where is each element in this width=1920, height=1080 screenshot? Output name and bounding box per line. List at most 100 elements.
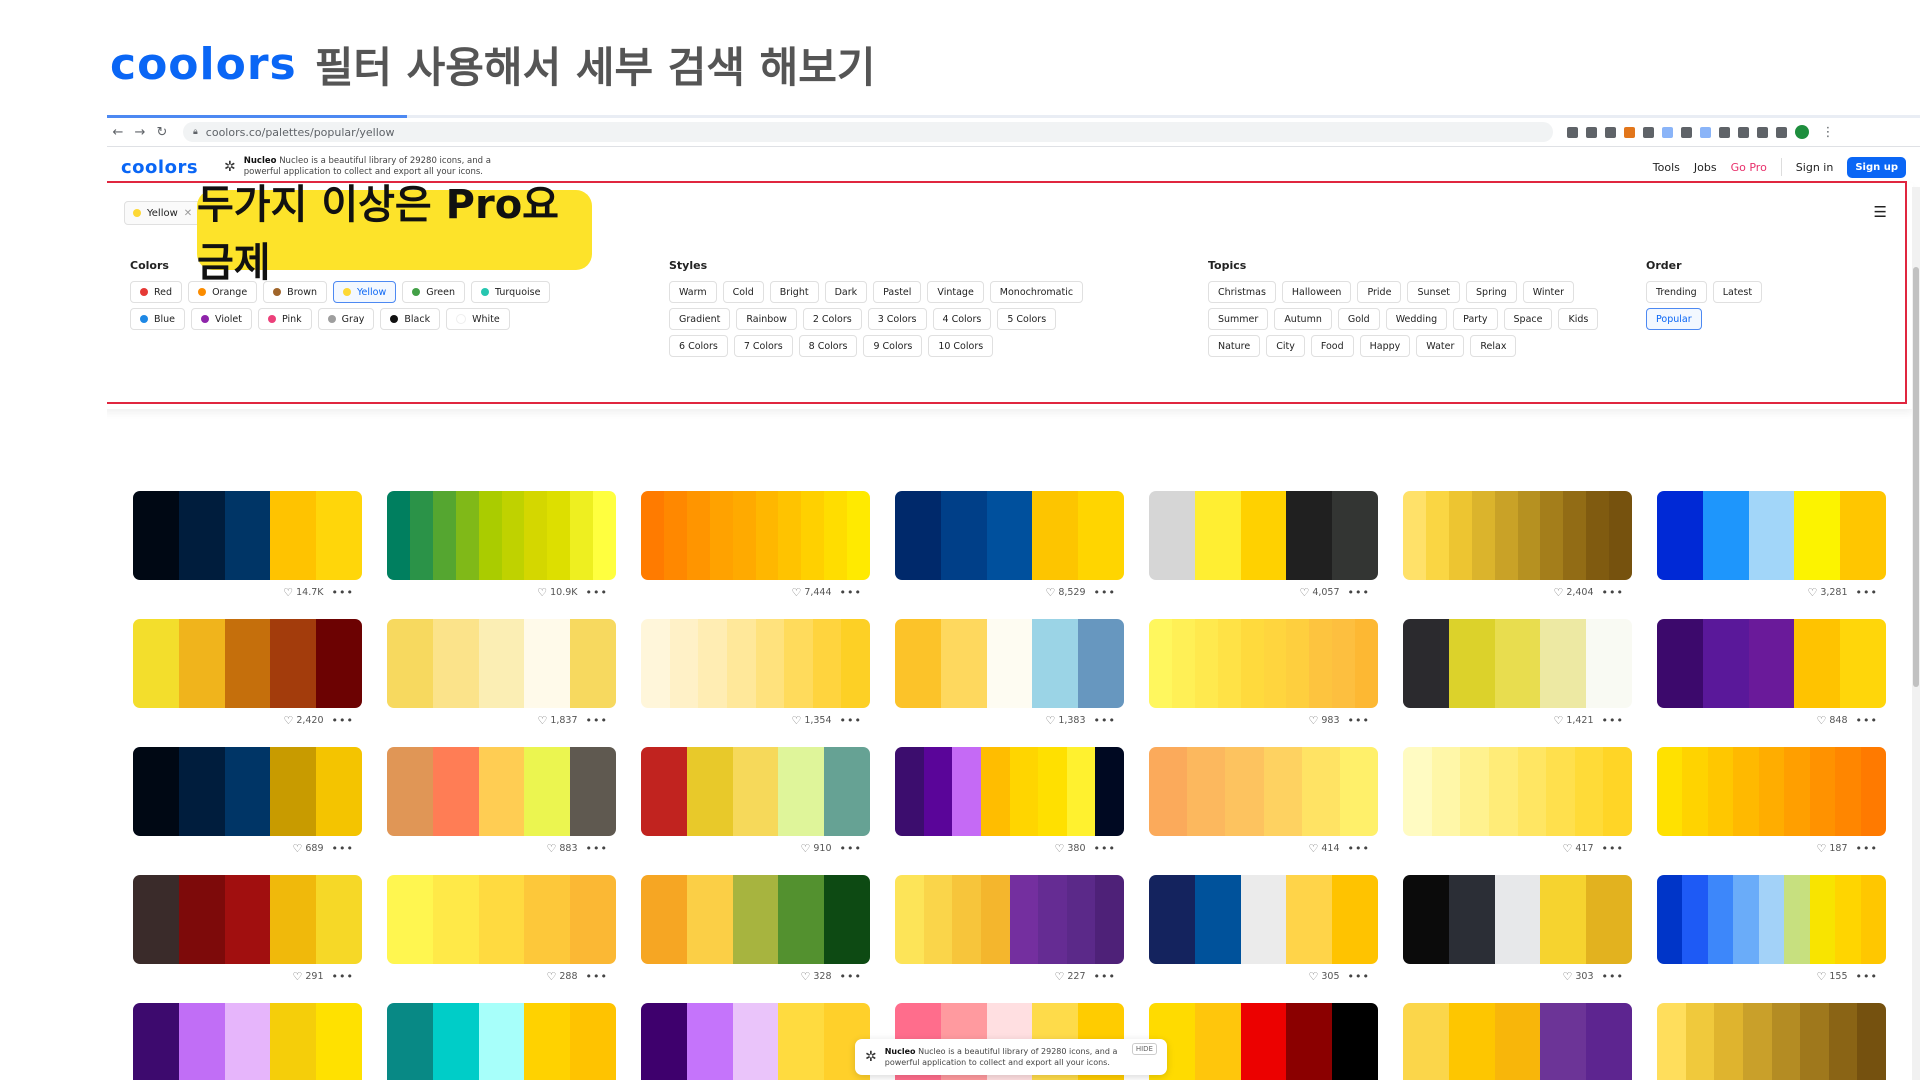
palette-card[interactable]: ♡ 7,444 •••: [641, 491, 870, 619]
color-filter-red[interactable]: Red: [130, 281, 183, 303]
palette-swatch[interactable]: [1403, 747, 1632, 836]
color-swatch[interactable]: [455, 491, 479, 580]
color-swatch[interactable]: [1332, 491, 1378, 580]
color-swatch[interactable]: [732, 747, 779, 836]
palette-card[interactable]: ♡ 1,421 •••: [1403, 619, 1632, 747]
color-swatch[interactable]: [1286, 875, 1333, 964]
palette-swatch[interactable]: [387, 491, 616, 580]
palette-card[interactable]: ♡ 1,354 •••: [641, 619, 870, 747]
sign-up-button[interactable]: Sign up: [1847, 156, 1906, 178]
palette-swatch[interactable]: [895, 875, 1124, 964]
color-swatch[interactable]: [1586, 619, 1632, 708]
coolors-logo[interactable]: coolors: [121, 157, 198, 178]
topic-filter-space[interactable]: Space: [1503, 308, 1553, 330]
palette-card[interactable]: ♡ 1,837 •••: [387, 619, 616, 747]
heart-icon[interactable]: ♡: [1309, 842, 1319, 855]
reload-icon[interactable]: ↻: [151, 125, 173, 140]
color-swatch[interactable]: [1540, 875, 1587, 964]
color-swatch[interactable]: [1038, 747, 1067, 836]
more-options-icon[interactable]: •••: [1094, 842, 1116, 855]
topic-filter-christmas[interactable]: Christmas: [1208, 281, 1276, 303]
more-options-icon[interactable]: •••: [840, 970, 862, 983]
palette-swatch[interactable]: [1403, 875, 1632, 964]
color-swatch[interactable]: [270, 619, 317, 708]
heart-icon[interactable]: ♡: [1309, 970, 1319, 983]
color-swatch[interactable]: [1840, 491, 1886, 580]
heart-icon[interactable]: ♡: [293, 842, 303, 855]
color-swatch[interactable]: [952, 875, 981, 964]
palette-card[interactable]: ♡ 227 •••: [895, 875, 1124, 1003]
color-swatch[interactable]: [1748, 491, 1795, 580]
hamburger-menu-icon[interactable]: ☰: [1874, 203, 1887, 221]
palette-card[interactable]: ♡ 1,383 •••: [895, 619, 1124, 747]
color-swatch[interactable]: [686, 1003, 733, 1080]
color-swatch[interactable]: [986, 491, 1033, 580]
sign-in-link[interactable]: Sign in: [1796, 161, 1834, 174]
color-swatch[interactable]: [641, 619, 670, 708]
palette-card[interactable]: ♡ 380 •••: [895, 747, 1124, 875]
style-filter-cold[interactable]: Cold: [722, 281, 764, 303]
color-swatch[interactable]: [1494, 875, 1541, 964]
more-options-icon[interactable]: •••: [1094, 970, 1116, 983]
style-filter-7-colors[interactable]: 7 Colors: [733, 335, 793, 357]
heart-icon[interactable]: ♡: [1553, 586, 1563, 599]
palette-swatch[interactable]: [1657, 491, 1886, 580]
heart-icon[interactable]: ♡: [293, 970, 303, 983]
palette-swatch[interactable]: [1657, 1003, 1886, 1080]
color-swatch[interactable]: [570, 875, 616, 964]
color-swatch[interactable]: [1758, 875, 1785, 964]
heart-icon[interactable]: ♡: [1807, 586, 1817, 599]
scrollbar[interactable]: [1912, 187, 1920, 1080]
color-swatch[interactable]: [1355, 619, 1378, 708]
color-swatch[interactable]: [178, 875, 225, 964]
nav-go-pro[interactable]: Go Pro: [1731, 161, 1767, 174]
color-swatch[interactable]: [133, 747, 179, 836]
topic-filter-water[interactable]: Water: [1416, 335, 1465, 357]
color-swatch[interactable]: [1149, 491, 1195, 580]
color-swatch[interactable]: [732, 875, 779, 964]
palette-card[interactable]: ♡ 2,420 •••: [133, 619, 362, 747]
palette-swatch[interactable]: [1403, 491, 1632, 580]
profile-avatar[interactable]: [1795, 125, 1809, 139]
color-swatch[interactable]: [1403, 491, 1426, 580]
palette-swatch[interactable]: [641, 619, 870, 708]
color-swatch[interactable]: [409, 491, 433, 580]
palette-card[interactable]: ♡ 155 •••: [1657, 875, 1886, 1003]
color-swatch[interactable]: [1609, 491, 1632, 580]
color-swatch[interactable]: [524, 747, 571, 836]
color-filter-black[interactable]: Black: [380, 308, 441, 330]
palette-swatch[interactable]: [641, 491, 870, 580]
color-swatch[interactable]: [432, 1003, 479, 1080]
color-swatch[interactable]: [1586, 875, 1632, 964]
color-swatch[interactable]: [940, 491, 987, 580]
style-filter-3-colors[interactable]: 3 Colors: [867, 308, 927, 330]
color-swatch[interactable]: [686, 491, 710, 580]
topic-filter-relax[interactable]: Relax: [1470, 335, 1517, 357]
palette-swatch[interactable]: [133, 1003, 362, 1080]
palette-card[interactable]: ♡ 14.7K •••: [133, 491, 362, 619]
nav-jobs[interactable]: Jobs: [1694, 161, 1717, 174]
more-options-icon[interactable]: •••: [586, 586, 608, 599]
palette-swatch[interactable]: [1149, 747, 1378, 836]
color-swatch[interactable]: [641, 747, 687, 836]
palette-card[interactable]: ♡ 910 •••: [641, 747, 870, 875]
palette-swatch[interactable]: [133, 491, 362, 580]
style-filter-bright[interactable]: Bright: [769, 281, 819, 303]
palette-card[interactable]: ♡ 305 •••: [1149, 875, 1378, 1003]
palette-card[interactable]: ♡ 848 •••: [1657, 619, 1886, 747]
topic-filter-city[interactable]: City: [1266, 335, 1305, 357]
palette-card[interactable]: ♡ 187 •••: [1657, 747, 1886, 875]
color-swatch[interactable]: [1078, 491, 1124, 580]
color-swatch[interactable]: [570, 1003, 616, 1080]
color-swatch[interactable]: [686, 747, 733, 836]
metamask-icon[interactable]: [1624, 126, 1635, 138]
color-swatch[interactable]: [732, 491, 756, 580]
color-swatch[interactable]: [1794, 491, 1841, 580]
color-swatch[interactable]: [923, 747, 953, 836]
color-swatch[interactable]: [778, 491, 802, 580]
extension-icon[interactable]: [1643, 126, 1654, 138]
palette-card[interactable]: ♡ 10.9K •••: [387, 491, 616, 619]
palette-card[interactable]: ♡ 883 •••: [387, 747, 616, 875]
color-swatch[interactable]: [1748, 619, 1795, 708]
reading-list-icon[interactable]: [1757, 126, 1768, 138]
